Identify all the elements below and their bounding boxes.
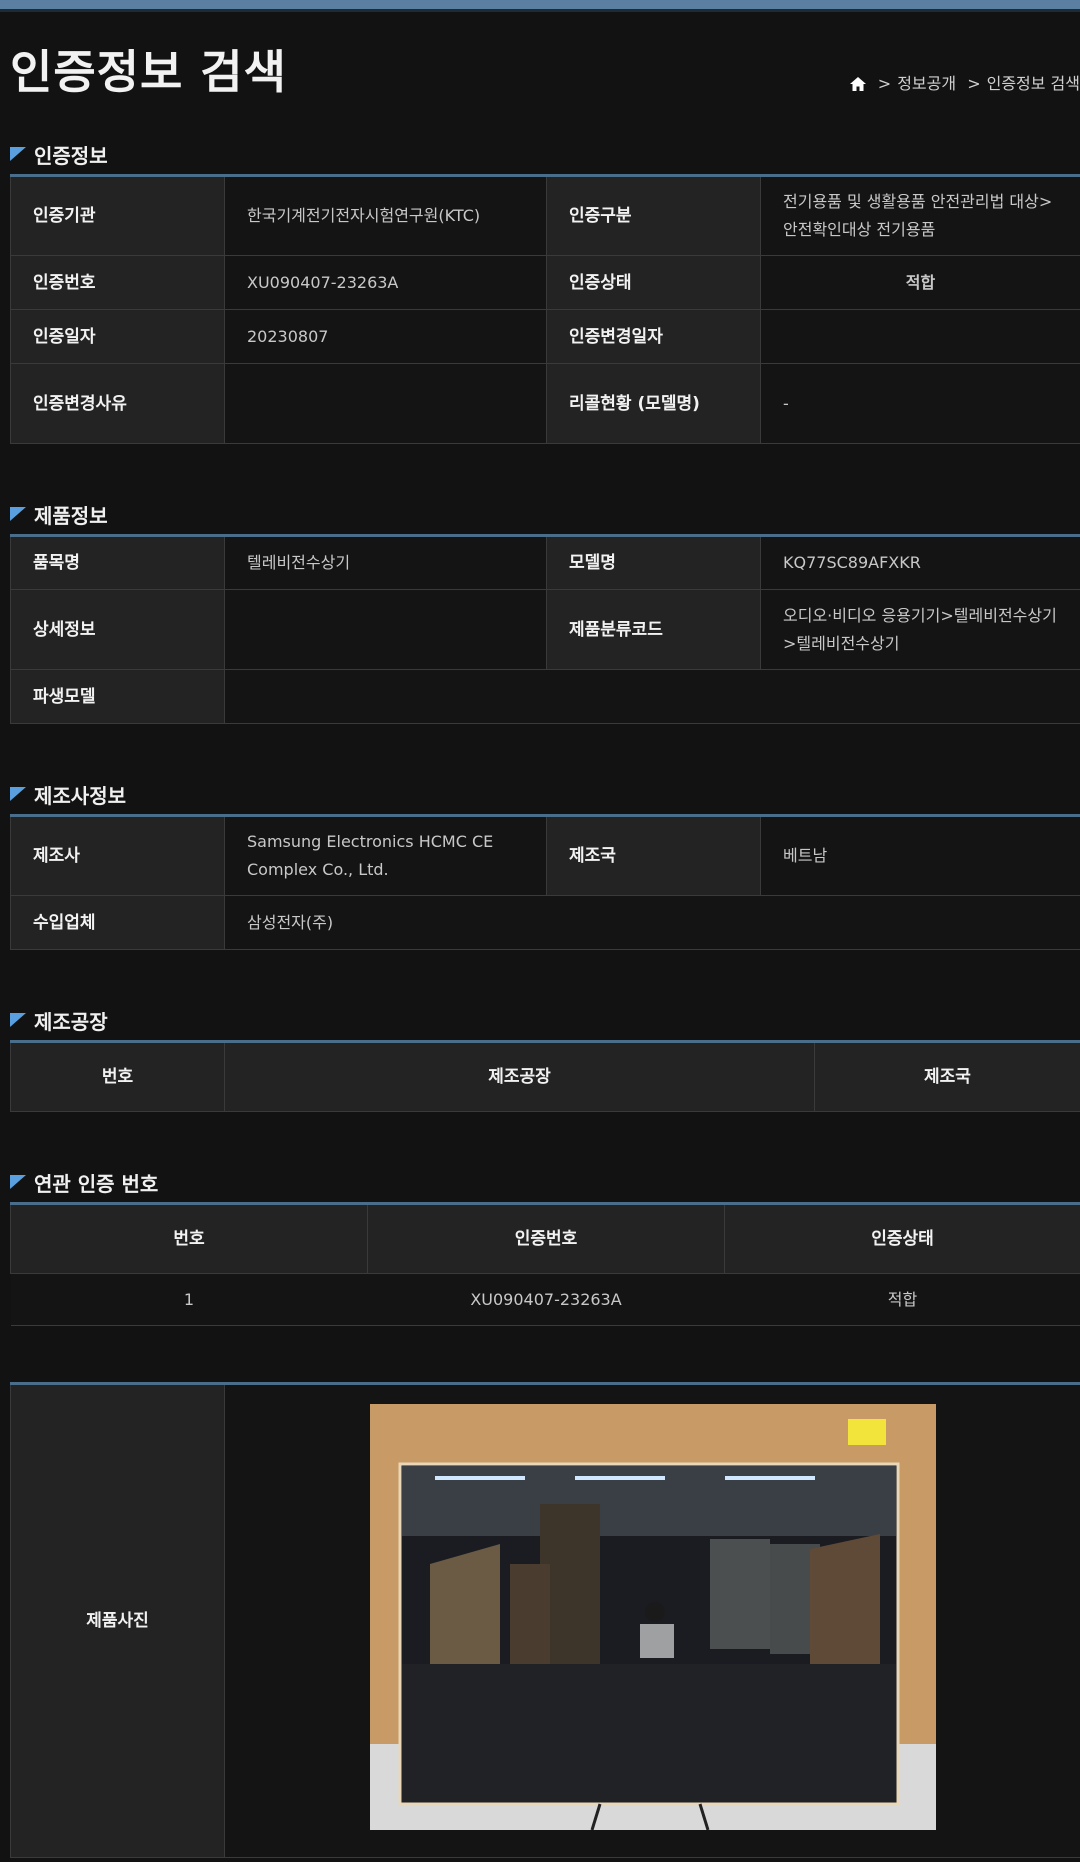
table-row: 품목명 텔레비전수상기 모델명 KQ77SC89AFXKR — [10, 535, 1080, 590]
breadcrumb-separator: > — [877, 74, 892, 93]
field-label: 모델명 — [546, 535, 761, 590]
section-marker-icon — [10, 1013, 26, 1027]
section-heading: 제품정보 — [10, 494, 1080, 534]
table-row: 인증기관 한국기계전기전자시험연구원(KTC) 인증구분 전기용품 및 생활용품… — [10, 175, 1080, 256]
section-heading: 연관 인증 번호 — [10, 1162, 1080, 1202]
field-label: 인증상태 — [546, 255, 761, 310]
field-label: 리콜현황 (모델명) — [546, 363, 761, 444]
photo-section: 제품사진 — [10, 1382, 1080, 1858]
column-header: 번호 — [10, 1203, 368, 1274]
table-row[interactable]: 1 XU090407-23263A 적합 — [10, 1273, 1080, 1326]
section-title: 제조공장 — [34, 1009, 108, 1034]
factory-table: 번호 제조공장 제조국 — [10, 1040, 1080, 1112]
field-value: 텔레비전수상기 — [224, 535, 547, 590]
field-value: XU090407-23263A — [224, 255, 547, 310]
page-header: 인증정보 검색 > 정보공개 > 인증정보 검색 — [0, 12, 1080, 122]
maker-info-table: 제조사 Samsung Electronics HCMC CE Complex … — [10, 814, 1080, 950]
breadcrumb: > 정보공개 > 인증정보 검색 — [849, 70, 1080, 96]
product-info-section: 제품정보 품목명 텔레비전수상기 모델명 KQ77SC89AFXKR 상세정보 … — [10, 494, 1080, 724]
related-cert-table: 번호 인증번호 인증상태 1 XU090407-23263A 적합 — [10, 1202, 1080, 1326]
field-value: 20230807 — [224, 309, 547, 364]
table-row: 상세정보 제품분류코드 오디오·비디오 응용기기>텔레비전수상기 >텔레비전수상… — [10, 589, 1080, 670]
table-row: 파생모델 — [10, 669, 1080, 724]
table-header-row: 번호 인증번호 인증상태 — [10, 1203, 1080, 1274]
field-value: Samsung Electronics HCMC CE Complex Co.,… — [224, 815, 547, 896]
column-header: 인증번호 — [367, 1203, 725, 1274]
table-row: 인증변경사유 리콜현황 (모델명) - — [10, 363, 1080, 444]
field-value: - — [760, 363, 1080, 444]
field-label: 인증변경사유 — [10, 363, 225, 444]
field-label: 인증일자 — [10, 309, 225, 364]
section-heading: 제조사정보 — [10, 774, 1080, 814]
column-header: 제조공장 — [224, 1041, 815, 1112]
section-heading: 제조공장 — [10, 1000, 1080, 1040]
maker-info-section: 제조사정보 제조사 Samsung Electronics HCMC CE Co… — [10, 774, 1080, 950]
photo-table: 제품사진 — [10, 1382, 1080, 1858]
page-title: 인증정보 검색 — [10, 45, 287, 99]
cert-info-section: 인증정보 인증기관 한국기계전기전자시험연구원(KTC) 인증구분 전기용품 및… — [10, 134, 1080, 444]
field-label: 품목명 — [10, 535, 225, 590]
factory-section: 제조공장 번호 제조공장 제조국 — [10, 1000, 1080, 1112]
field-label: 상세정보 — [10, 589, 225, 670]
section-title: 제조사정보 — [34, 783, 126, 808]
cert-info-table: 인증기관 한국기계전기전자시험연구원(KTC) 인증구분 전기용품 및 생활용품… — [10, 174, 1080, 444]
section-title: 제품정보 — [34, 503, 108, 528]
column-header: 제조국 — [814, 1041, 1080, 1112]
field-label: 제품분류코드 — [546, 589, 761, 670]
section-title: 인증정보 — [34, 143, 108, 168]
product-photo[interactable] — [369, 1403, 936, 1830]
section-heading: 인증정보 — [10, 134, 1080, 174]
cell-cert-number[interactable]: XU090407-23263A — [367, 1273, 725, 1326]
field-value — [224, 589, 547, 670]
field-label: 제조사 — [10, 815, 225, 896]
breadcrumb-item-current[interactable]: 인증정보 검색 — [987, 74, 1080, 93]
field-label: 인증번호 — [10, 255, 225, 310]
section-title: 연관 인증 번호 — [34, 1171, 159, 1196]
breadcrumb-separator: > — [967, 74, 981, 93]
section-marker-icon — [10, 1175, 26, 1189]
field-value — [760, 309, 1080, 364]
field-label: 수입업체 — [10, 895, 225, 950]
field-value: 한국기계전기전자시험연구원(KTC) — [224, 175, 547, 256]
photo-label: 제품사진 — [10, 1383, 225, 1858]
field-label: 인증기관 — [10, 175, 225, 256]
table-row: 수입업체 삼성전자(주) — [10, 895, 1080, 950]
cell-status: 적합 — [724, 1273, 1080, 1326]
status-badge: 적합 — [760, 255, 1080, 310]
field-value: 전기용품 및 생활용품 안전관리법 대상> 안전확인대상 전기용품 — [760, 175, 1080, 256]
top-accent-bar — [0, 0, 1080, 12]
field-value: 삼성전자(주) — [224, 895, 1080, 950]
breadcrumb-item-info[interactable]: 정보공개 — [897, 74, 956, 93]
field-value: KQ77SC89AFXKR — [760, 535, 1080, 590]
table-row: 제조사 Samsung Electronics HCMC CE Complex … — [10, 815, 1080, 896]
field-label: 파생모델 — [10, 669, 225, 724]
section-marker-icon — [10, 507, 26, 521]
field-label: 인증변경일자 — [546, 309, 761, 364]
table-row: 제품사진 — [10, 1383, 1080, 1858]
section-marker-icon — [10, 787, 26, 801]
cell-number: 1 — [10, 1273, 368, 1326]
field-value — [224, 363, 547, 444]
field-value: 오디오·비디오 응용기기>텔레비전수상기 >텔레비전수상기 — [760, 589, 1080, 670]
table-header-row: 번호 제조공장 제조국 — [10, 1041, 1080, 1112]
field-label: 제조국 — [546, 815, 761, 896]
table-row: 인증일자 20230807 인증변경일자 — [10, 309, 1080, 364]
column-header: 인증상태 — [724, 1203, 1080, 1274]
photo-cell — [224, 1383, 1080, 1858]
section-marker-icon — [10, 147, 26, 161]
field-value: 베트남 — [760, 815, 1080, 896]
product-info-table: 품목명 텔레비전수상기 모델명 KQ77SC89AFXKR 상세정보 제품분류코… — [10, 534, 1080, 724]
related-cert-section: 연관 인증 번호 번호 인증번호 인증상태 1 XU090407-23263A … — [10, 1162, 1080, 1326]
table-row: 인증번호 XU090407-23263A 인증상태 적합 — [10, 255, 1080, 310]
field-label: 인증구분 — [546, 175, 761, 256]
column-header: 번호 — [10, 1041, 225, 1112]
field-value — [224, 669, 1080, 724]
home-icon[interactable] — [849, 76, 867, 96]
